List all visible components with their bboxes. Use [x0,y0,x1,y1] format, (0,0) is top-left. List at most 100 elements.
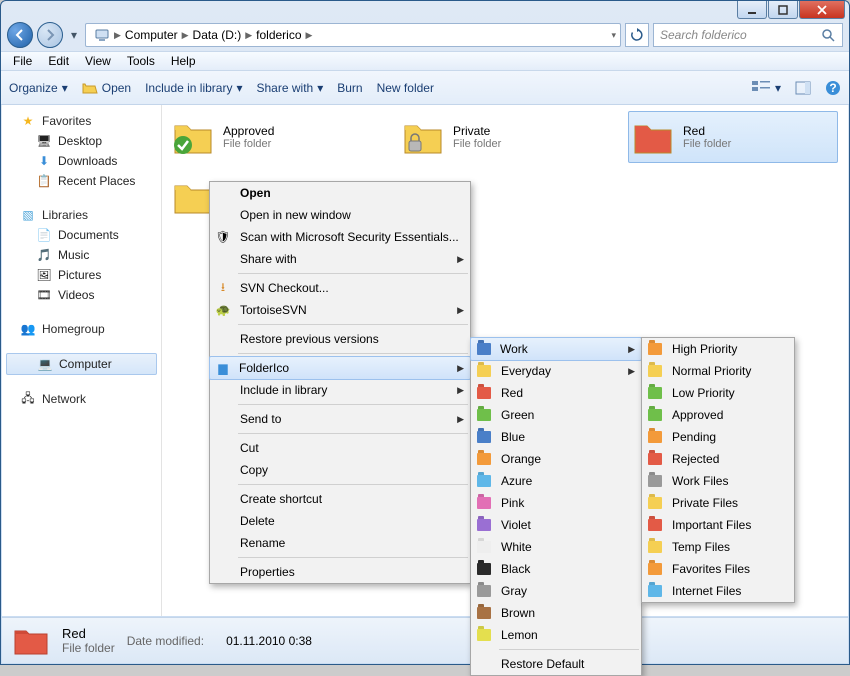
menu-item[interactable]: 🐢TortoiseSVN▶ [210,299,470,321]
forward-button[interactable] [37,22,63,48]
menu-item[interactable]: Include in library▶ [210,379,470,401]
sidebar-item-homegroup[interactable]: 👥Homegroup [2,319,161,339]
sidebar-item-documents[interactable]: 📄Documents [2,225,161,245]
menu-item-label: Cut [240,441,259,455]
menu-item[interactable]: Black [471,558,641,580]
sidebar-item-desktop[interactable]: 🖥Desktop [2,131,161,151]
preview-pane-button[interactable] [795,81,811,95]
minimize-button[interactable] [737,1,767,19]
folder-item[interactable]: PrivateFile folder [398,111,608,163]
menu-item[interactable]: Rejected [642,448,794,470]
menu-item[interactable]: Everyday▶ [471,360,641,382]
menu-file[interactable]: File [5,52,40,70]
chevron-right-icon: ▶ [306,30,313,41]
view-mode-button[interactable]: ▾ [751,80,781,96]
color-swatch-icon [648,541,662,553]
libraries-header[interactable]: ▧ Libraries [2,205,161,225]
sidebar-item-pictures[interactable]: 🖼Pictures [2,265,161,285]
crumb-computer[interactable]: Computer [121,26,182,44]
menu-item[interactable]: White [471,536,641,558]
menu-item[interactable]: Favorites Files [642,558,794,580]
folder-item[interactable]: RedFile folder [628,111,838,163]
search-input[interactable]: Search folderico [653,23,843,47]
folder-item[interactable]: ApprovedFile folder [168,111,378,163]
sidebar-item-computer[interactable]: 💻Computer [6,353,157,375]
desktop-icon: 🖥 [36,133,52,149]
context-menu-main[interactable]: OpenOpen in new window🛡Scan with Microso… [209,181,471,584]
menu-item[interactable]: Send to▶ [210,408,470,430]
color-swatch-icon [648,497,662,509]
include-library-button[interactable]: Include in library▾ [145,81,242,95]
menu-tools[interactable]: Tools [119,52,163,70]
context-menu-work[interactable]: High PriorityNormal PriorityLow Priority… [641,337,795,603]
menu-item[interactable]: Temp Files [642,536,794,558]
sidebar-item-downloads[interactable]: ⬇Downloads [2,151,161,171]
maximize-button[interactable] [768,1,798,19]
sidebar-item-music[interactable]: 🎵Music [2,245,161,265]
folder-name: Approved [223,124,274,138]
menu-item[interactable]: Normal Priority [642,360,794,382]
menu-item[interactable]: Delete [210,510,470,532]
close-button[interactable] [799,1,845,19]
color-swatch-icon [648,387,662,399]
share-with-button[interactable]: Share with▾ [257,81,324,95]
context-menu-folderico[interactable]: Work▶Everyday▶RedGreenBlueOrangeAzurePin… [470,337,642,676]
menu-item[interactable]: Properties [210,561,470,583]
menu-item[interactable]: Violet [471,514,641,536]
menu-item[interactable]: Gray [471,580,641,602]
favorites-header[interactable]: ★ Favorites [2,111,161,131]
menu-item[interactable]: Restore previous versions [210,328,470,350]
crumb-folderico[interactable]: folderico [252,26,305,44]
menu-item[interactable]: 🛡Scan with Microsoft Security Essentials… [210,226,470,248]
menu-item[interactable]: Private Files [642,492,794,514]
menu-item[interactable]: Orange [471,448,641,470]
menu-item[interactable]: Brown [471,602,641,624]
menu-item[interactable]: Pending [642,426,794,448]
history-chevron-icon[interactable]: ▾ [611,30,616,41]
menu-item-label: Create shortcut [240,492,322,506]
sidebar-item-videos[interactable]: 🎞Videos [2,285,161,305]
menu-item[interactable]: Restore Default [471,653,641,675]
menu-item[interactable]: ▆FolderIco▶ [209,356,471,380]
sidebar-item-recent[interactable]: 📋Recent Places [2,171,161,191]
menu-item[interactable]: Azure [471,470,641,492]
new-folder-button[interactable]: New folder [377,81,434,95]
menu-item[interactable]: Blue [471,426,641,448]
menu-item[interactable]: Work▶ [470,337,642,361]
menu-item[interactable]: Cut [210,437,470,459]
menu-item[interactable]: Approved [642,404,794,426]
menu-edit[interactable]: Edit [40,52,77,70]
menu-item[interactable]: Create shortcut [210,488,470,510]
music-icon: 🎵 [36,247,52,263]
menu-help[interactable]: Help [163,52,204,70]
menu-item[interactable]: Share with▶ [210,248,470,270]
menu-item[interactable]: Red [471,382,641,404]
menu-item[interactable]: Green [471,404,641,426]
menu-item-label: Important Files [672,518,751,532]
back-button[interactable] [7,22,33,48]
menu-item[interactable]: Open in new window [210,204,470,226]
menu-item[interactable]: ⭳SVN Checkout... [210,277,470,299]
menu-item[interactable]: Rename [210,532,470,554]
recent-icon: 📋 [36,173,52,189]
menu-item[interactable]: High Priority [642,338,794,360]
menu-item[interactable]: Copy [210,459,470,481]
menu-item[interactable]: Important Files [642,514,794,536]
menu-item[interactable]: Internet Files [642,580,794,602]
menu-item[interactable]: Lemon [471,624,641,646]
menu-item[interactable]: Pink [471,492,641,514]
refresh-button[interactable] [625,23,649,47]
menu-item[interactable]: Open [210,182,470,204]
open-button[interactable]: Open [82,80,131,96]
folder-name: Red [683,124,731,138]
menu-view[interactable]: View [77,52,119,70]
help-button[interactable]: ? [825,80,841,96]
organize-button[interactable]: Organize▾ [9,81,68,95]
crumb-data[interactable]: Data (D:) [189,26,246,44]
menu-item[interactable]: Work Files [642,470,794,492]
history-dropdown[interactable]: ▾ [67,28,81,42]
sidebar-item-network[interactable]: 🖧Network [2,389,161,409]
breadcrumb[interactable]: ▶ Computer ▶ Data (D:) ▶ folderico ▶ ▾ [85,23,621,47]
menu-item[interactable]: Low Priority [642,382,794,404]
burn-button[interactable]: Burn [337,81,362,95]
